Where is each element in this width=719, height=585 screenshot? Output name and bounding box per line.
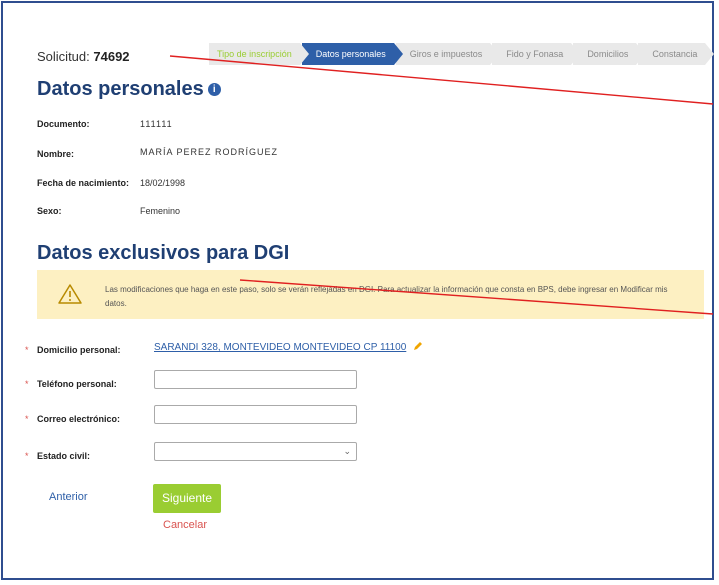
annotation-lines (169, 55, 714, 315)
annotation-line-top (169, 55, 714, 105)
annotation-line-bottom (239, 279, 714, 315)
